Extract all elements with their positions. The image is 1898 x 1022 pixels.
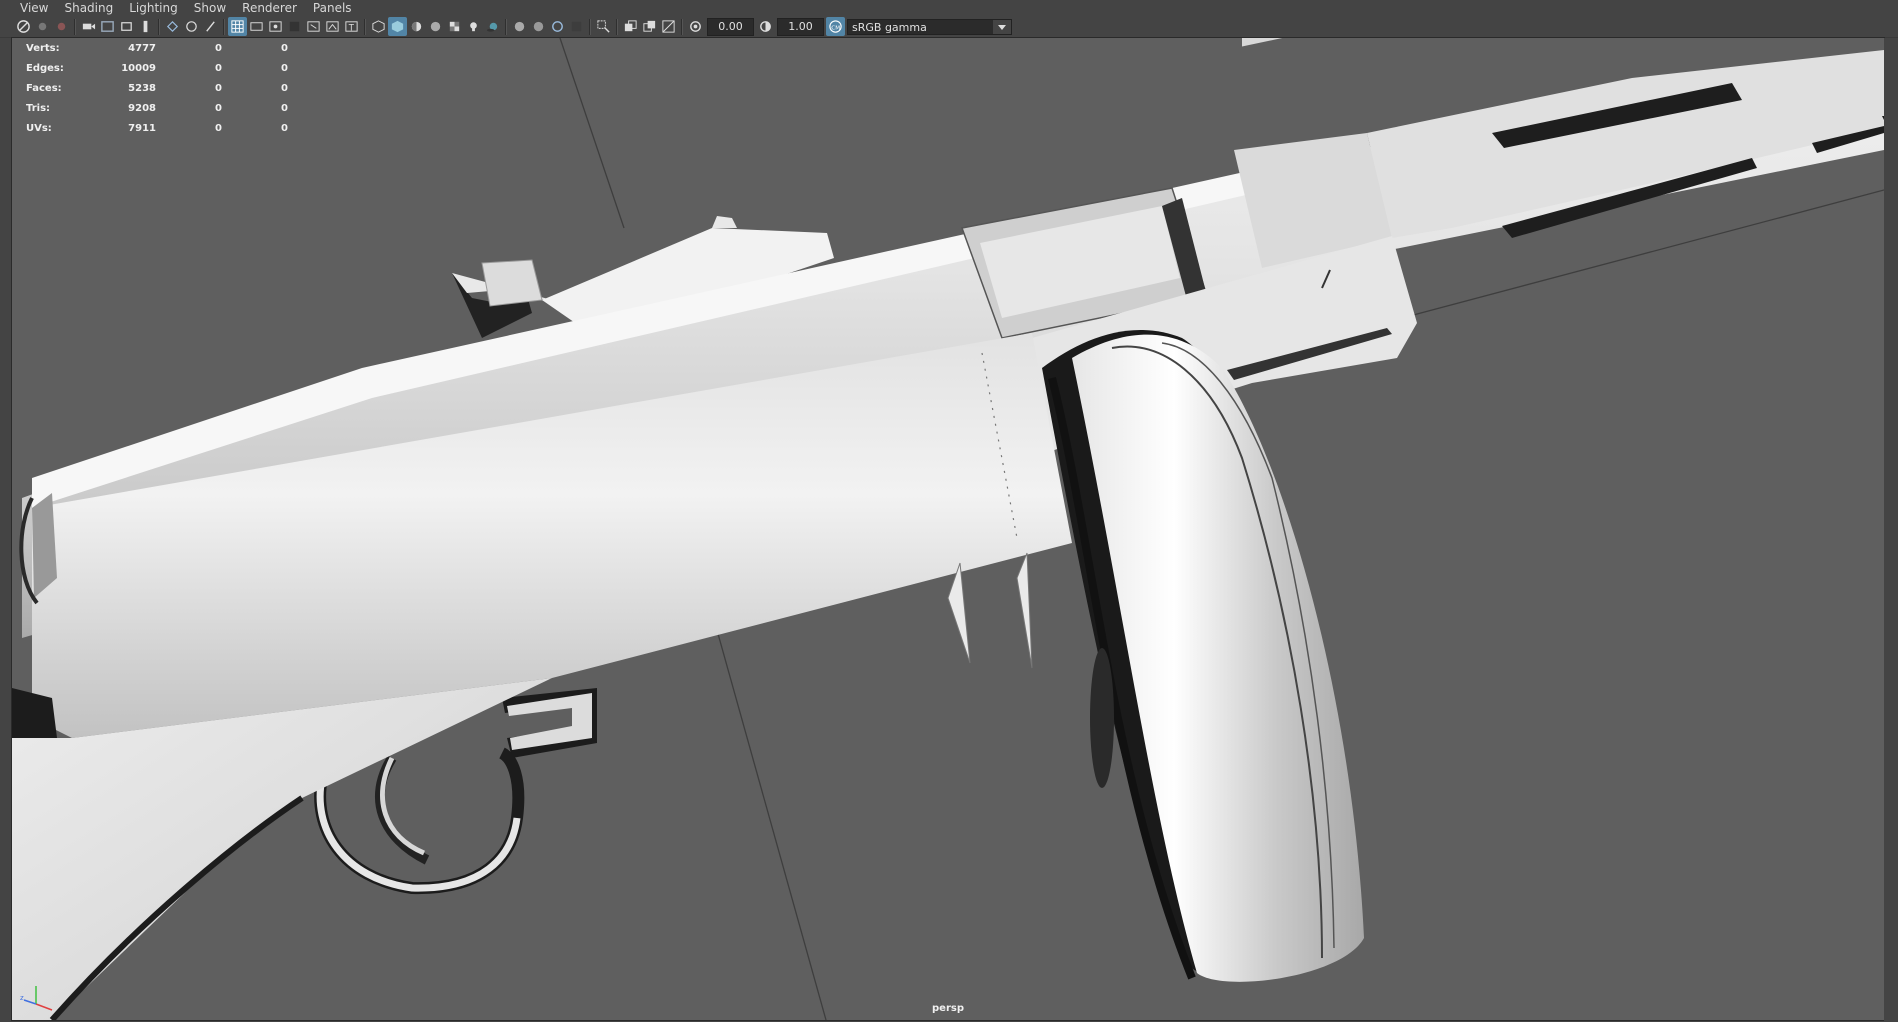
hud-value: 10009 xyxy=(121,62,156,74)
use-all-lights-icon[interactable] xyxy=(464,17,483,36)
screen-space-ao-icon[interactable] xyxy=(510,17,529,36)
resolution-gate-toggle-icon[interactable] xyxy=(266,17,285,36)
panel-menu-bar: View Shading Lighting Show Renderer Pane… xyxy=(0,0,1898,16)
wireframe-shading-icon[interactable] xyxy=(369,17,388,36)
toolbar-separator xyxy=(505,18,507,35)
smooth-shade-icon[interactable] xyxy=(388,17,407,36)
hud-value: 0 xyxy=(281,62,288,74)
hud-label: Verts: xyxy=(26,42,60,54)
hud-row-edges: Edges: 10009 0 0 xyxy=(26,58,288,78)
2d-pan-zoom-icon[interactable] xyxy=(117,17,136,36)
hud-value: 0 xyxy=(215,122,222,134)
chevron-down-icon xyxy=(993,19,1011,34)
bookmark-icon[interactable] xyxy=(79,17,98,36)
menu-panels[interactable]: Panels xyxy=(313,1,352,15)
safe-title-icon[interactable]: T xyxy=(342,17,361,36)
gate-mask-icon[interactable] xyxy=(285,17,304,36)
camera-lock-icon[interactable] xyxy=(33,17,52,36)
toolbar-separator xyxy=(223,18,225,35)
toolbar-separator xyxy=(364,18,366,35)
grid-icon[interactable] xyxy=(163,17,182,36)
safe-action-icon[interactable] xyxy=(323,17,342,36)
perspective-viewport[interactable]: Verts: 4777 0 0 Edges: 10009 0 0 Faces: … xyxy=(12,38,1884,1020)
menu-view[interactable]: View xyxy=(20,1,48,15)
default-material-icon[interactable] xyxy=(407,17,426,36)
exposure-icon[interactable] xyxy=(686,17,705,36)
hud-value: 0 xyxy=(281,82,288,94)
wireframe-icon[interactable] xyxy=(228,17,247,36)
hud-value: 0 xyxy=(281,122,288,134)
field-chart-icon[interactable] xyxy=(304,17,323,36)
svg-text:T: T xyxy=(348,22,355,32)
toolbar-separator xyxy=(681,18,683,35)
hud-value: 0 xyxy=(215,62,222,74)
hud-label: Edges: xyxy=(26,62,64,74)
image-plane-icon[interactable] xyxy=(98,17,117,36)
svg-text:CM: CM xyxy=(831,25,840,31)
film-gate-icon[interactable] xyxy=(182,17,201,36)
isolate-select-icon[interactable] xyxy=(594,17,613,36)
checker-icon[interactable] xyxy=(445,17,464,36)
toolbar-separator xyxy=(74,18,76,35)
gamma-icon[interactable] xyxy=(756,17,775,36)
hud-label: UVs: xyxy=(26,122,52,134)
hud-row-faces: Faces: 5238 0 0 xyxy=(26,78,288,98)
select-camera-icon[interactable] xyxy=(14,17,33,36)
depth-of-field-icon[interactable] xyxy=(567,17,586,36)
textured-icon[interactable] xyxy=(426,17,445,36)
toolbar-separator xyxy=(616,18,618,35)
hud-value: 4777 xyxy=(128,42,156,54)
resolution-gate-icon[interactable] xyxy=(201,17,220,36)
anti-alias-icon[interactable] xyxy=(548,17,567,36)
hud-label: Tris: xyxy=(26,102,51,114)
hud-value: 0 xyxy=(215,82,222,94)
shadows-icon[interactable] xyxy=(483,17,502,36)
hud-value: 7911 xyxy=(128,122,156,134)
hud-row-tris: Tris: 9208 0 0 xyxy=(26,98,288,118)
hud-value: 9208 xyxy=(128,102,156,114)
hud-value: 0 xyxy=(215,102,222,114)
toolbar-separator xyxy=(589,18,591,35)
panel-right-edge xyxy=(1884,38,1898,1022)
menu-shading[interactable]: Shading xyxy=(64,1,113,15)
motion-blur-icon[interactable] xyxy=(529,17,548,36)
svg-text:z: z xyxy=(20,994,24,1002)
color-space-value: sRGB gamma xyxy=(852,20,927,34)
color-space-dropdown[interactable]: sRGB gamma xyxy=(847,18,1012,35)
hud-value: 0 xyxy=(281,102,288,114)
hud-label: Faces: xyxy=(26,82,62,94)
menu-lighting[interactable]: Lighting xyxy=(129,1,178,15)
backface-culling-icon[interactable] xyxy=(659,17,678,36)
xray-icon[interactable] xyxy=(621,17,640,36)
3d-model-render xyxy=(12,38,1884,1020)
poly-count-hud: Verts: 4777 0 0 Edges: 10009 0 0 Faces: … xyxy=(26,38,288,138)
camera-attributes-icon[interactable] xyxy=(52,17,71,36)
grease-pencil-icon[interactable] xyxy=(136,17,155,36)
hud-row-uvs: UVs: 7911 0 0 xyxy=(26,118,288,138)
hud-value: 0 xyxy=(215,42,222,54)
color-management-icon[interactable]: CM xyxy=(826,17,845,36)
xray-joints-icon[interactable] xyxy=(640,17,659,36)
hud-row-verts: Verts: 4777 0 0 xyxy=(26,38,288,58)
menu-renderer[interactable]: Renderer xyxy=(242,1,297,15)
gamma-field[interactable]: 1.00 xyxy=(777,17,824,36)
hud-value: 0 xyxy=(281,42,288,54)
panel-toolbar: T 0.00 1.00 CM sRGB gamma xyxy=(0,16,1898,38)
toolbar-separator xyxy=(158,18,160,35)
drum-magazine xyxy=(1042,329,1364,982)
film-gate-toggle-icon[interactable] xyxy=(247,17,266,36)
menu-show[interactable]: Show xyxy=(194,1,226,15)
camera-name-label: persp xyxy=(932,1003,964,1014)
hud-value: 5238 xyxy=(128,82,156,94)
exposure-field[interactable]: 0.00 xyxy=(707,17,754,36)
